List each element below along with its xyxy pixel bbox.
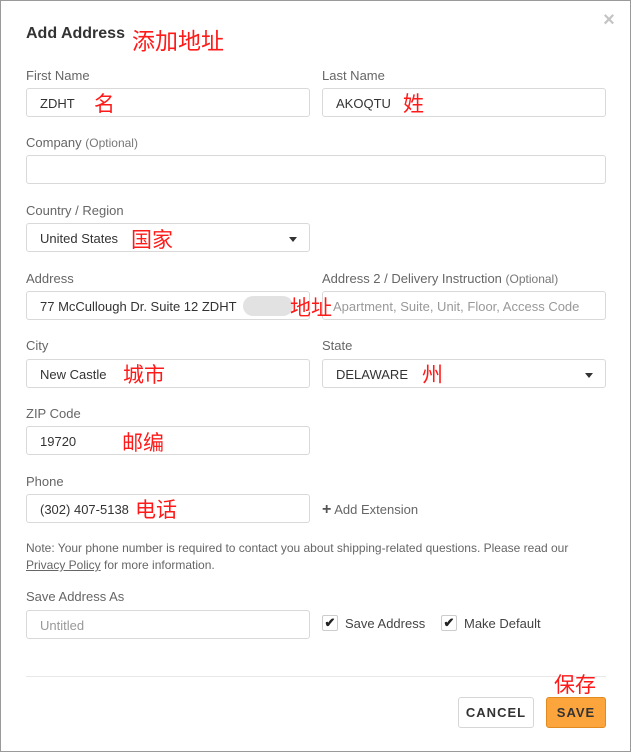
save-as-placeholder: Untitled: [40, 618, 85, 633]
add-extension-link[interactable]: + Add Extension: [322, 501, 418, 519]
plus-icon: +: [322, 501, 332, 518]
chevron-down-icon: [289, 237, 297, 242]
close-icon[interactable]: ×: [601, 10, 617, 30]
annotation-address: 地址: [290, 296, 332, 320]
annotation-zip: 邮编: [122, 431, 164, 455]
privacy-policy-link[interactable]: Privacy Policy: [26, 558, 101, 572]
annotation-save: 保存: [554, 673, 596, 697]
redacted-text: [243, 296, 293, 316]
checkmark-icon: ✔: [441, 615, 457, 631]
company-input[interactable]: [26, 155, 606, 184]
address2-optional: (Optional): [505, 272, 559, 286]
address-value: 77 McCullough Dr. Suite 12 ZDHT: [40, 299, 237, 314]
annotation-last-name: 姓: [403, 92, 424, 116]
address2-label-text: Address 2 / Delivery Instruction: [322, 271, 502, 286]
city-label: City: [26, 338, 49, 353]
zip-value: 19720: [40, 434, 77, 449]
annotation-city: 城市: [123, 363, 165, 387]
add-extension-label: Add Extension: [334, 502, 419, 517]
address2-input[interactable]: Apartment, Suite, Unit, Floor, Access Co…: [322, 291, 606, 320]
save-address-label: Save Address: [345, 615, 426, 631]
company-label: Company (Optional): [26, 135, 138, 150]
cancel-button[interactable]: CANCEL: [458, 697, 534, 728]
last-name-input[interactable]: AKOQTU: [322, 88, 606, 117]
first-name-value: ZDHT: [40, 96, 75, 111]
zip-input[interactable]: 19720: [26, 426, 310, 455]
annotation-country: 国家: [131, 228, 173, 252]
first-name-label: First Name: [26, 68, 90, 83]
country-value: United States: [40, 231, 119, 246]
company-label-text: Company: [26, 135, 82, 150]
chevron-down-icon: [585, 373, 593, 378]
annotation-title: 添加地址: [132, 29, 224, 55]
city-value: New Castle: [40, 367, 107, 382]
make-default-checkbox[interactable]: ✔ Make Default: [441, 615, 541, 631]
company-optional: (Optional): [85, 136, 138, 150]
first-name-input[interactable]: ZDHT: [26, 88, 310, 117]
dialog-title: Add Address: [26, 25, 125, 42]
phone-value: (302) 407-5138: [40, 502, 129, 517]
save-as-input[interactable]: Untitled: [26, 610, 310, 639]
address2-placeholder: Apartment, Suite, Unit, Floor, Access Co…: [333, 299, 580, 314]
save-address-checkbox[interactable]: ✔ Save Address: [322, 615, 425, 631]
phone-label: Phone: [26, 474, 64, 489]
zip-label: ZIP Code: [26, 406, 81, 421]
save-as-label: Save Address As: [26, 589, 125, 604]
annotation-first-name: 名: [94, 92, 115, 116]
country-label: Country / Region: [26, 203, 124, 218]
state-select[interactable]: DELAWARE: [322, 359, 606, 388]
annotation-state: 州: [422, 363, 443, 387]
phone-note: Note: Your phone number is required to c…: [26, 540, 616, 574]
make-default-label: Make Default: [464, 615, 541, 631]
annotation-phone: 电话: [135, 498, 177, 522]
state-value: DELAWARE: [336, 367, 408, 382]
note-text: Note: Your phone number is required to c…: [26, 541, 569, 555]
city-input[interactable]: New Castle: [26, 359, 310, 388]
state-label: State: [322, 338, 353, 353]
last-name-label: Last Name: [322, 68, 385, 83]
save-button[interactable]: SAVE: [546, 697, 606, 728]
address-label: Address: [26, 271, 74, 286]
last-name-value: AKOQTU: [336, 96, 391, 111]
footer-divider: [26, 676, 606, 677]
checkmark-icon: ✔: [322, 615, 338, 631]
address2-label: Address 2 / Delivery Instruction (Option…: [322, 271, 558, 286]
note-suffix: for more information.: [104, 558, 215, 572]
